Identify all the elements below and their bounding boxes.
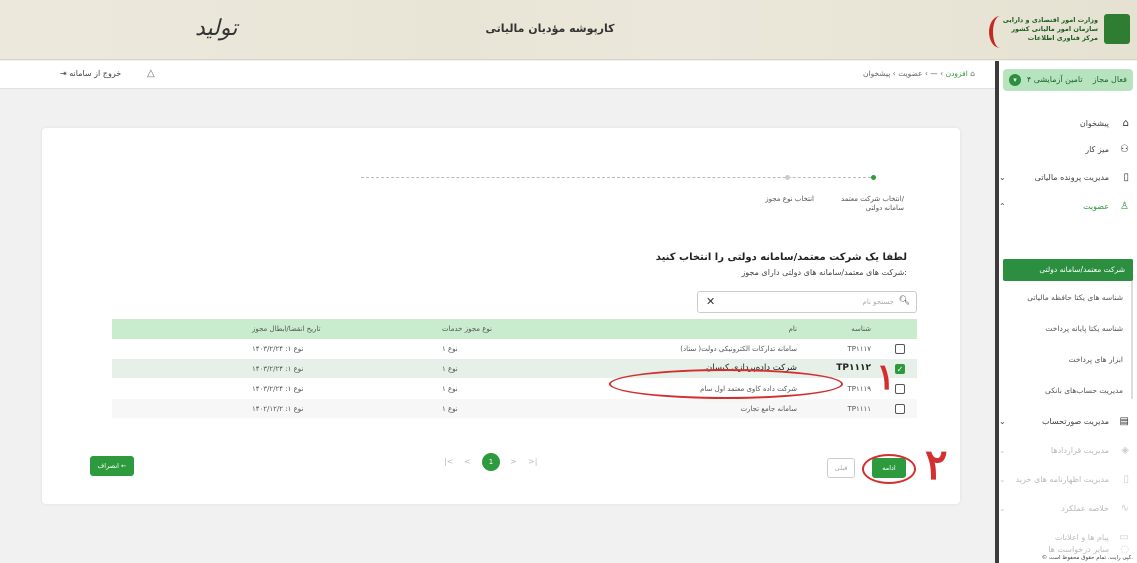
sidebar-item-invoices[interactable]: ⌄ ▤ مدیریت صورتحساب: [999, 416, 1129, 431]
pagination: |< < 1 > >|: [442, 453, 552, 473]
step-2-dot: [785, 175, 790, 180]
subitem-bank-accounts[interactable]: مدیریت حساب‌های بانکی: [1045, 386, 1123, 395]
search-placeholder: جستجو نام: [862, 298, 894, 306]
subitem-trusted-company[interactable]: شرکت معتمد/سامانه دولتی: [1003, 259, 1133, 281]
chevron-up-icon: ⌃: [999, 202, 1006, 211]
page-1-button[interactable]: 1: [482, 453, 500, 471]
bell-icon[interactable]: △: [147, 68, 155, 79]
prev-page-button[interactable]: <: [464, 457, 471, 466]
table-row[interactable]: TP۱۱۱۱ سامانه جامع تجارت نوع ۱ نوع ۱: ۱۴…: [112, 399, 917, 419]
annotation-ellipse-2: [862, 454, 916, 484]
invoice-icon: ▤: [1119, 416, 1129, 427]
emblem-icon: [1104, 14, 1130, 44]
next-page-button[interactable]: >: [510, 457, 517, 466]
app-title: کارپوشه مؤدیان مالیاتی: [485, 22, 615, 35]
sidebar-item-performance[interactable]: ⌄ ∿ خلاصه عملکرد: [999, 503, 1129, 518]
row-checkbox[interactable]: [895, 344, 905, 354]
header-code: شناسه: [851, 325, 871, 333]
sidebar-item-tax-file[interactable]: ⌄ ▯ مدیریت پرونده مالیاتی: [999, 172, 1129, 187]
org-line-1: وزارت امور اقتصادی و دارایی: [1002, 16, 1098, 24]
top-bar: ⇥ خروج از سامانه △ افزودن › — › عضویت › …: [0, 61, 995, 89]
users-icon: ⚇: [1120, 144, 1129, 155]
breadcrumb-home[interactable]: پیشخوان: [863, 69, 890, 78]
last-page-button[interactable]: >|: [528, 457, 537, 466]
cancel-button[interactable]: انصراف ←: [90, 456, 134, 476]
organization-logo: وزارت امور اقتصادی و دارایی سازمان امور …: [985, 12, 1130, 52]
sidebar-item-membership[interactable]: ⌃ ♙ عضویت: [999, 201, 1129, 216]
step-1-dot: [871, 175, 876, 180]
document-icon: ▯: [1123, 474, 1129, 485]
home-icon: ⌂: [970, 69, 975, 78]
table-header: شناسه نام نوع مجوز خدمات تاریخ انقضا/ابط…: [112, 319, 917, 339]
previous-button[interactable]: قبلی: [827, 458, 855, 478]
message-icon: ▭: [1119, 532, 1129, 543]
annotation-number-2: ۲: [925, 440, 948, 489]
chevron-down-icon: ⌄: [999, 173, 1006, 182]
copyright: © کپی رایت. تمام حقوق محفوظ است.: [1041, 555, 1133, 561]
row-checkbox[interactable]: [895, 384, 905, 394]
tolid-logo: تولید: [195, 16, 238, 41]
home-icon: ⌂: [1122, 118, 1129, 129]
profile-name: تامین آزمایشی ۴: [1026, 75, 1083, 84]
user-icon: ♙: [1120, 201, 1129, 212]
profile-selector[interactable]: ▾ فعال مجاز تامین آزمایشی ۴: [1003, 69, 1133, 91]
breadcrumb-membership[interactable]: عضویت: [898, 69, 922, 78]
breadcrumb: افزودن › — › عضویت › پیشخوان ⌂: [863, 69, 975, 78]
page-heading: لطفا یک شرکت معتمد/سامانه دولتی را انتخا…: [655, 252, 907, 263]
row-checkbox-checked[interactable]: ✓: [895, 364, 905, 374]
companies-table: شناسه نام نوع مجوز خدمات تاریخ انقضا/ابط…: [112, 319, 917, 419]
row-checkbox[interactable]: [895, 404, 905, 414]
first-page-button[interactable]: |<: [444, 457, 453, 466]
sidebar-item-contracts[interactable]: ⌄ ◈ مدیریت قراردادها: [999, 445, 1129, 460]
step-1-label: انتخاب شرکت معتمد/ سامانه دولتی: [841, 195, 904, 212]
subitem-terminal-id[interactable]: شناسه یکتا پایانه پرداخت: [1045, 324, 1123, 333]
search-icon: 🔍︎: [898, 296, 910, 306]
chevron-down-icon: ⌄: [999, 504, 1006, 513]
subitem-memory-ids[interactable]: شناسه های یکتا حافظه مالیاتی: [1027, 293, 1123, 302]
breadcrumb-current[interactable]: افزودن: [946, 69, 968, 78]
sidebar-item-dashboard[interactable]: ⌂ پیشخوان: [999, 118, 1129, 133]
chevron-down-icon: ⌄: [999, 446, 1006, 455]
profile-status: فعال مجاز: [1092, 75, 1127, 84]
header-date: تاریخ انقضا/ابطال مجوز: [252, 325, 321, 333]
sidebar: ▾ فعال مجاز تامین آزمایشی ۴ ⌂ پیشخوان ⚇ …: [995, 61, 1137, 563]
sidebar-item-workdesk[interactable]: ⚇ میز کار: [999, 144, 1129, 159]
page-subheading: شرکت های معتمد/سامانه های دولتی دارای مج…: [741, 268, 907, 277]
main-card: انتخاب شرکت معتمد/ سامانه دولتی انتخاب ن…: [42, 128, 960, 504]
sidebar-item-purchase-declarations[interactable]: ⌄ ▯ مدیریت اظهارنامه های خرید: [999, 474, 1129, 489]
close-icon[interactable]: ✕: [706, 295, 715, 308]
stepper-line: [361, 177, 871, 178]
file-icon: ▯: [1123, 172, 1129, 183]
exit-button[interactable]: ⇥ خروج از سامانه: [60, 69, 121, 78]
chat-icon: ◌: [1120, 544, 1129, 555]
exit-icon: ⇥: [60, 69, 70, 78]
exit-label: خروج از سامانه: [69, 69, 122, 78]
table-row[interactable]: TP۱۱۱۷ سامانه تدارکات الکترونیکی دولت( س…: [112, 339, 917, 359]
annotation-ellipse-1: [609, 369, 843, 399]
step-2-label: انتخاب نوع مجوز: [765, 195, 814, 203]
header-name: نام: [788, 325, 797, 333]
chevron-down-icon: ⌄: [999, 475, 1006, 484]
header-type: نوع مجوز خدمات: [442, 325, 492, 333]
annotation-number-1: ۱: [876, 356, 896, 398]
pulse-icon: ∿: [1120, 503, 1129, 514]
chevron-down-icon: ▾: [1009, 74, 1021, 86]
search-input[interactable]: 🔍︎ جستجو نام ✕: [697, 291, 917, 313]
chevron-down-icon: ⌄: [999, 417, 1006, 426]
app-header: تولید کارپوشه مؤدیان مالیاتی وزارت امور …: [0, 0, 1137, 60]
org-line-3: مرکز فناوری اطلاعات: [1027, 34, 1098, 42]
shield-icon: ◈: [1121, 445, 1129, 456]
org-line-2: سازمان امور مالیاتی کشور: [1011, 25, 1098, 33]
subitem-payment-tools[interactable]: ابزار های پرداخت: [1068, 355, 1123, 364]
